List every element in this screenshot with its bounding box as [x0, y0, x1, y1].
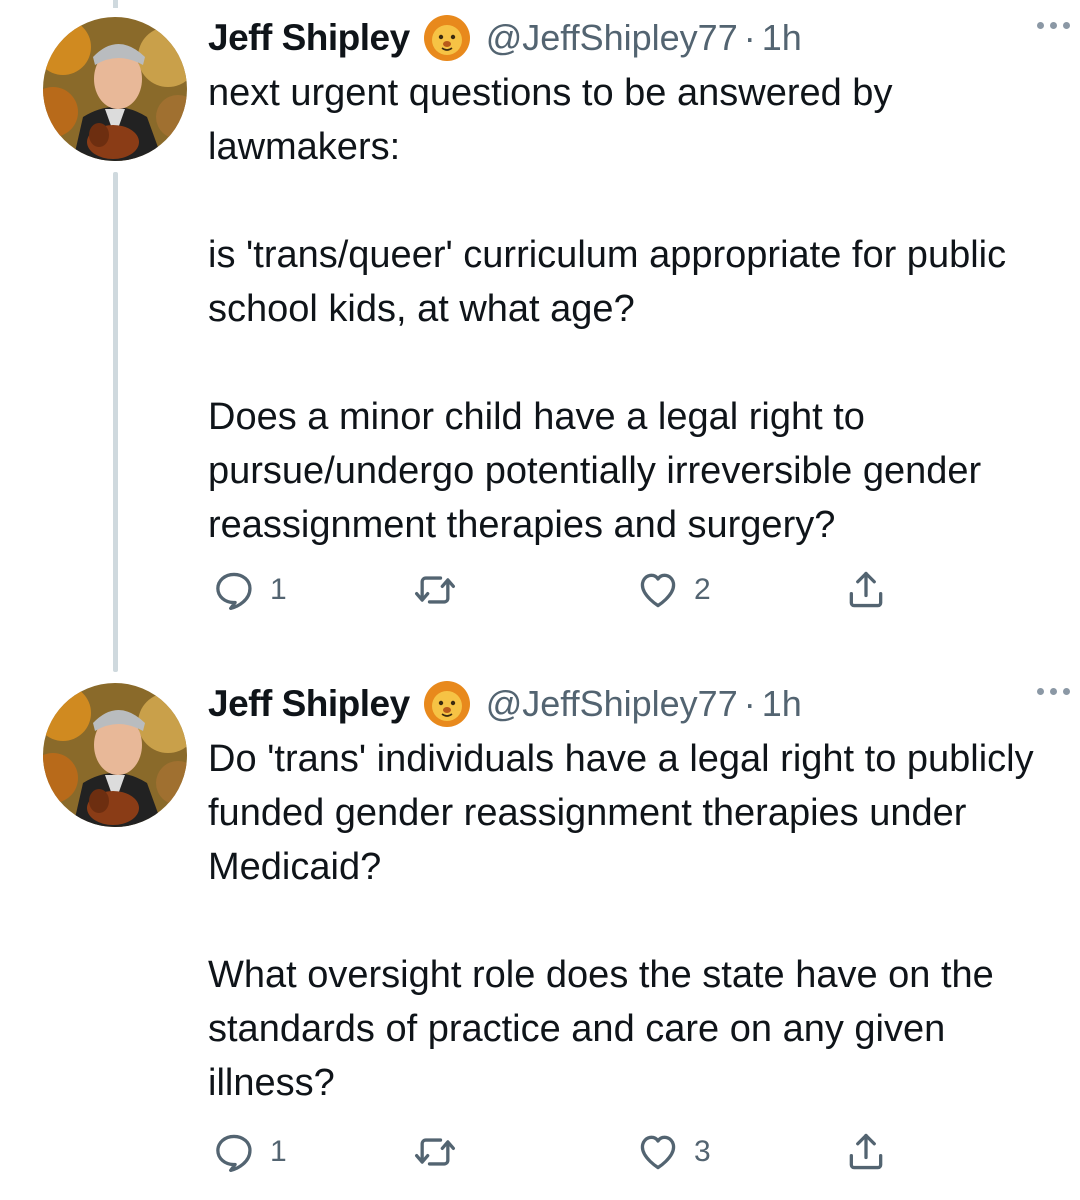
- reply-count: 1: [270, 573, 287, 606]
- retweet-icon: [415, 1138, 455, 1166]
- lion-emoji-icon: [422, 13, 472, 63]
- heart-icon: [640, 1135, 676, 1170]
- tweet-paragraph: is 'trans/queer' curriculum appropriate …: [208, 234, 1007, 330]
- reply-icon: [216, 1134, 252, 1172]
- share-button[interactable]: [844, 1122, 888, 1182]
- tweet-header: Jeff Shipley @JeffShipley77 · 1h: [208, 678, 1040, 730]
- tweet-text: Do 'trans' individuals have a legal righ…: [208, 732, 1048, 1110]
- tweet-paragraph: Do 'trans' individuals have a legal righ…: [208, 738, 1034, 888]
- reply-button[interactable]: 1: [212, 560, 287, 620]
- tweet-text: next urgent questions to be answered by …: [208, 66, 1048, 552]
- heart-icon: [640, 573, 676, 608]
- like-button[interactable]: 3: [636, 1122, 711, 1182]
- lion-emoji-icon: [422, 679, 472, 729]
- separator-dot: ·: [743, 683, 756, 724]
- more-options-icon[interactable]: [1037, 688, 1070, 695]
- tweet-paragraph: Does a minor child have a legal right to…: [208, 396, 982, 546]
- tweet-paragraph: next urgent questions to be answered by …: [208, 72, 893, 168]
- more-options-icon[interactable]: [1037, 22, 1070, 29]
- timestamp[interactable]: 1h: [762, 683, 802, 725]
- author-handle[interactable]: @JeffShipley77: [486, 683, 738, 725]
- share-icon: [849, 1133, 883, 1170]
- tweet[interactable]: Jeff Shipley @JeffShipley77 · 1h Do 'tra…: [0, 666, 1080, 1200]
- timestamp[interactable]: 1h: [762, 17, 802, 59]
- avatar[interactable]: [43, 17, 187, 161]
- retweet-button[interactable]: [413, 1122, 471, 1182]
- share-button[interactable]: [844, 560, 888, 620]
- tweet-actions: 1 2: [208, 560, 908, 620]
- tweet-header: Jeff Shipley @JeffShipley77 · 1h: [208, 12, 1040, 64]
- author-handle[interactable]: @JeffShipley77: [486, 17, 738, 59]
- reply-button[interactable]: 1: [212, 1122, 287, 1182]
- retweet-button[interactable]: [413, 560, 471, 620]
- like-count: 3: [694, 1135, 711, 1168]
- separator-dot: ·: [743, 17, 756, 58]
- tweet-actions: 1 3: [208, 1122, 908, 1182]
- tweet-paragraph: What oversight role does the state have …: [208, 954, 994, 1104]
- reply-count: 1: [270, 1135, 287, 1168]
- author-name[interactable]: Jeff Shipley: [208, 17, 410, 59]
- avatar[interactable]: [43, 683, 187, 827]
- like-button[interactable]: 2: [636, 560, 711, 620]
- author-name[interactable]: Jeff Shipley: [208, 683, 410, 725]
- retweet-icon: [415, 576, 455, 604]
- tweet[interactable]: Jeff Shipley @JeffShipley77 · 1h next ur…: [0, 0, 1080, 660]
- share-icon: [849, 571, 883, 608]
- like-count: 2: [694, 573, 711, 606]
- tweet-thread: Jeff Shipley @JeffShipley77 · 1h next ur…: [0, 0, 1080, 1200]
- reply-icon: [216, 572, 252, 610]
